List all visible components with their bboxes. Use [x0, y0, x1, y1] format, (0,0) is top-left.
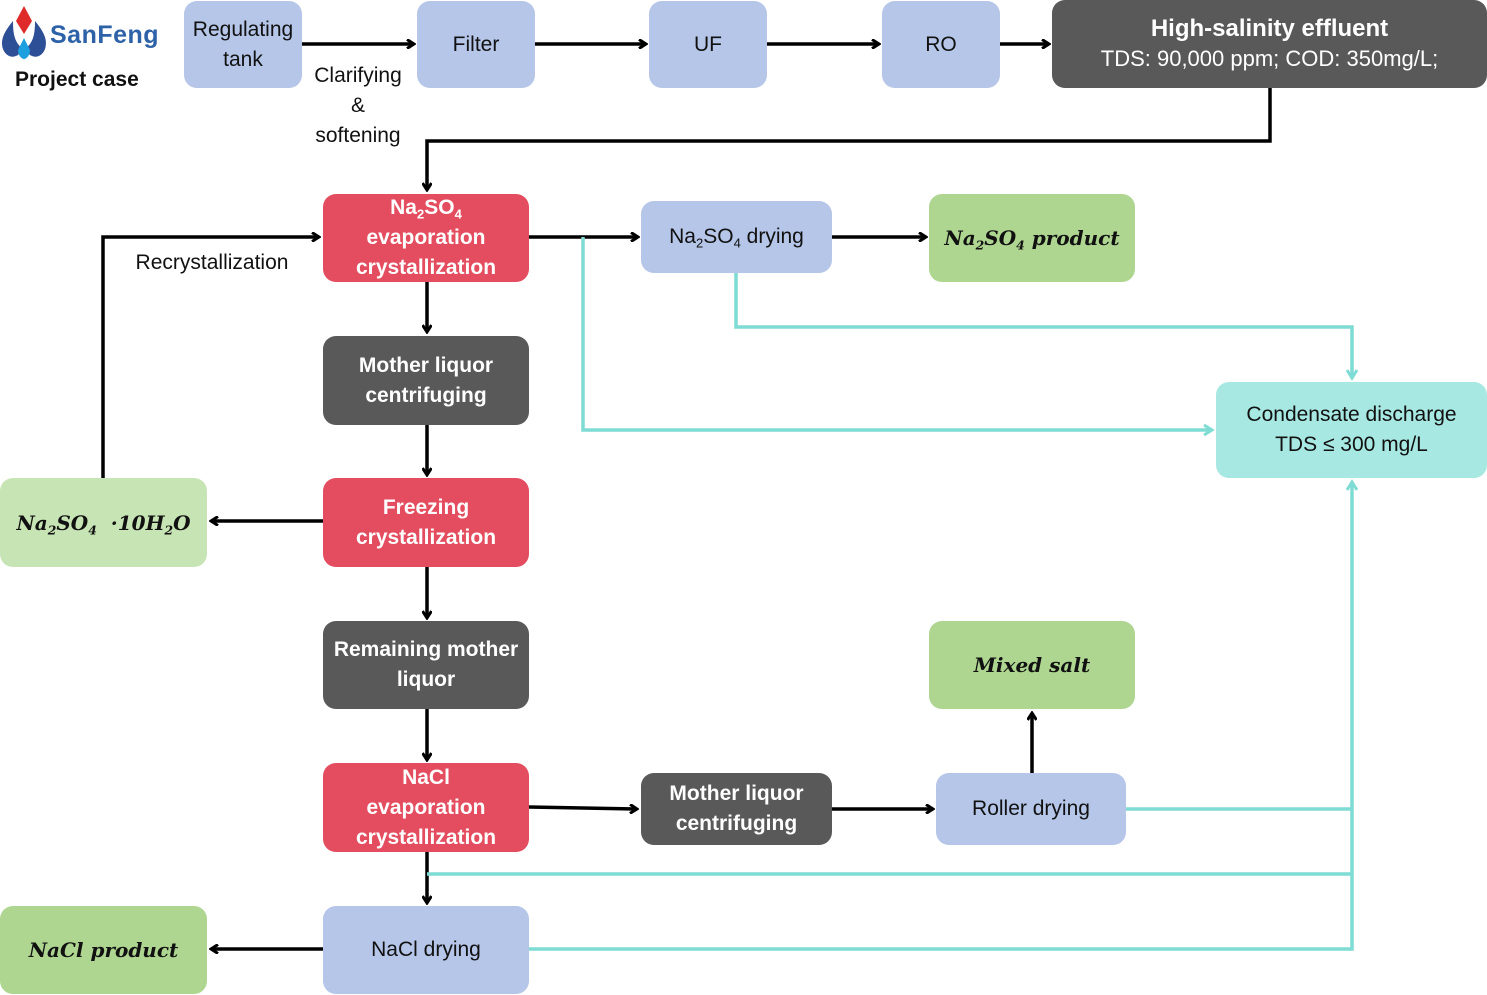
node-freezing-crystallization: Freezing crystallization: [323, 478, 529, 567]
arrow-naclevap-mother2: [528, 807, 637, 809]
node-filter: Filter: [417, 1, 535, 88]
brand-name: SanFeng: [50, 21, 160, 49]
node-high-salinity-effluent: High-salinity effluent TDS: 90,000 ppm; …: [1052, 0, 1487, 88]
flow-connectors: [101, 0, 1487, 995]
node-regulating-tank: Regulating tank: [184, 1, 302, 88]
label-clarifying-softening: Clarifying & softening: [314, 64, 402, 147]
project-case-label: Project case: [15, 68, 139, 91]
condensate-line-nacldrying: [529, 482, 1352, 951]
node-nacl-product: NaCl product: [0, 906, 207, 994]
effluent-title: High-salinity effluent: [1150, 15, 1389, 42]
node-na2so4-evaporation-crystallization: Na2SO4 evaporation crystallization: [323, 194, 529, 282]
effluent-spec: TDS: 90,000 ppm; COD: 350mg/L;: [1100, 46, 1439, 71]
arrow-effluent-na2so4evap: [427, 88, 1272, 190]
node-na2so4-decahydrate: Na2SO4 ·10H2O: [0, 478, 207, 567]
node-mother-liquor-centrifuging-1: Mother liquor centrifuging: [323, 336, 529, 425]
node-mixed-salt: Mixed salt: [929, 621, 1135, 709]
node-mother-liquor-centrifuging-2: Mother liquor centrifuging: [641, 773, 832, 845]
node-na2so4-drying: Na2SO4 drying: [641, 201, 832, 273]
node-condensate-discharge: Condensate discharge TDS ≤ 300 mg/L: [1216, 382, 1487, 478]
node-remaining-mother-liquor: Remaining mother liquor: [323, 621, 529, 709]
node-ro: RO: [882, 1, 1000, 88]
node-nacl-evaporation-crystallization: NaCl evaporation crystallization: [323, 763, 529, 852]
node-roller-drying: Roller drying: [936, 773, 1126, 845]
node-na2so4-product: Na2SO4 product: [929, 194, 1135, 282]
node-nacl-drying: NaCl drying: [323, 906, 529, 994]
node-uf: UF: [649, 1, 767, 88]
condensate-line-drying: [734, 273, 1352, 378]
sanfeng-droplet-logo-icon: [2, 6, 46, 59]
label-recrystallization: Recrystallization: [135, 251, 289, 274]
